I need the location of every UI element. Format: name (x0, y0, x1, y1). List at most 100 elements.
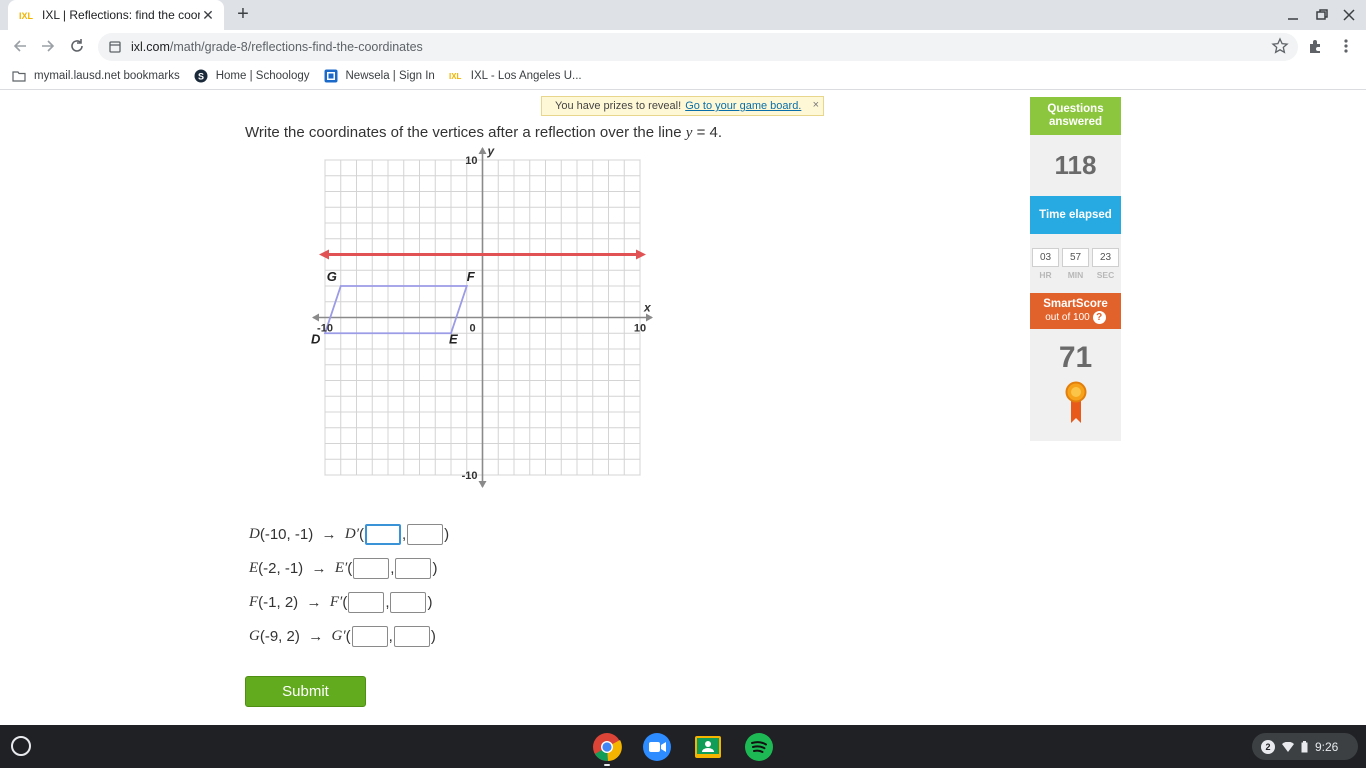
image-point-name: E′ (334, 559, 348, 576)
x-axis-label: x (643, 301, 652, 315)
smartscore-sub-text: out of 100 (1045, 312, 1090, 323)
question-prefix: Write the coordinates of the vertices af… (245, 124, 686, 141)
address-bar[interactable]: ixl.com/math/grade-8/reflections-find-th… (98, 33, 1298, 61)
answer-y-g-input[interactable] (393, 625, 430, 647)
vertex-label-e: E (449, 331, 458, 346)
questions-answered-header: Questions answered (1030, 97, 1121, 135)
equation-row-g: G (-9, 2) → G′ ( , ) (249, 625, 436, 647)
answer-y-d-input[interactable] (407, 523, 444, 545)
point-coords: (-1, 2) (258, 593, 299, 611)
image-point-name: F′ (329, 593, 343, 610)
comma: , (385, 593, 390, 611)
comma: , (388, 627, 393, 645)
answer-y-f-input[interactable] (390, 591, 427, 613)
paren-close: ) (427, 593, 433, 611)
prize-banner: You have prizes to reveal! Go to your ga… (541, 96, 824, 116)
url-text: ixl.com/math/grade-8/reflections-find-th… (131, 40, 423, 54)
coordinate-graph: x y -10 10 10 -10 0 D E F G (311, 144, 653, 488)
ixl-favicon-icon: IXL (18, 9, 34, 21)
timer-seconds-label: SEC (1096, 269, 1115, 280)
tab-close-icon[interactable]: ✕ (200, 7, 216, 23)
site-info-icon[interactable] (108, 40, 122, 54)
system-tray[interactable]: 2 9:26 (1252, 733, 1358, 760)
paren-open: ( (345, 627, 351, 645)
timer-minutes: 57 MIN (1062, 247, 1089, 280)
bookmark-label: Newsela | Sign In (345, 70, 435, 82)
bookmark-lausd[interactable]: mymail.lausd.net bookmarks (12, 69, 180, 83)
schoology-icon: S (194, 69, 208, 83)
bookmark-ixl[interactable]: IXL IXL - Los Angeles U... (449, 69, 582, 83)
point-coords: (-2, -1) (258, 559, 304, 577)
timer-hours-label: HR (1039, 269, 1052, 280)
launcher-icon[interactable] (11, 736, 31, 756)
y-axis-arrow-up (478, 147, 487, 154)
vertex-label-g: G (327, 269, 337, 284)
timer-minutes-label: MIN (1067, 269, 1084, 280)
time-elapsed-panel: 03 HR 57 MIN 23 SEC (1030, 234, 1121, 293)
tick-label-y-min: -10 (462, 470, 478, 482)
reload-icon[interactable] (68, 37, 86, 55)
bookmark-newsela[interactable]: Newsela | Sign In (324, 69, 435, 83)
timer-seconds-value: 23 (1092, 247, 1119, 267)
comma: , (390, 559, 395, 577)
paren-close: ) (430, 627, 436, 645)
paren-open: ( (342, 593, 348, 611)
answer-x-f-input[interactable] (348, 591, 385, 613)
questions-answered-panel: 118 (1030, 135, 1121, 196)
y-axis-label: y (487, 144, 496, 158)
close-window-icon[interactable] (1340, 6, 1358, 24)
answer-x-e-input[interactable] (353, 557, 390, 579)
timer-seconds: 23 SEC (1092, 247, 1119, 280)
minimize-icon[interactable] (1284, 6, 1302, 24)
tab-active[interactable]: IXL IXL | Reflections: find the coordina… (8, 0, 224, 30)
paren-open: ( (358, 525, 364, 543)
answer-x-g-input[interactable] (351, 625, 388, 647)
menu-dots-icon[interactable] (1337, 37, 1355, 55)
help-icon[interactable]: ? (1092, 311, 1106, 324)
answer-y-e-input[interactable] (395, 557, 432, 579)
smartscore-label: SmartScore (1043, 298, 1108, 310)
paren-close: ) (444, 525, 450, 543)
reflection-line-arrow-right (636, 249, 646, 260)
tick-label-x-max: 10 (634, 323, 646, 335)
prize-close-icon[interactable]: × (813, 99, 819, 111)
arrow-icon: → (298, 593, 330, 611)
clock-time: 9:26 (1315, 739, 1339, 754)
restore-icon[interactable] (1313, 6, 1331, 24)
game-board-link[interactable]: Go to your game board. (685, 100, 801, 112)
chrome-icon[interactable] (592, 732, 622, 762)
zoom-icon[interactable] (642, 732, 672, 762)
paren-open: ( (347, 559, 353, 577)
ixl-icon: IXL (449, 72, 462, 81)
tick-label-origin: 0 (469, 323, 475, 335)
point-coords: (-10, -1) (259, 525, 314, 543)
image-point-name: G′ (331, 627, 346, 644)
extensions-icon[interactable] (1307, 37, 1325, 55)
smartscore-header: SmartScore out of 100? (1030, 293, 1121, 329)
new-tab-icon[interactable]: + (233, 4, 253, 25)
classroom-icon[interactable] (693, 732, 723, 762)
bookmark-star-icon[interactable] (1271, 37, 1289, 55)
bookmarks-bar: mymail.lausd.net bookmarks S Home | Scho… (0, 63, 1366, 90)
arrow-icon: → (313, 525, 345, 543)
timer-hours: 03 HR (1032, 247, 1059, 280)
vertex-label-d: D (311, 331, 321, 346)
bookmark-label: mymail.lausd.net bookmarks (34, 70, 180, 82)
answer-x-d-input[interactable] (364, 523, 401, 545)
point-name: D (249, 525, 260, 542)
y-axis-arrow-down (478, 481, 487, 488)
forward-icon[interactable] (39, 37, 57, 55)
newsela-icon (324, 69, 337, 83)
point-name: E (249, 559, 259, 576)
paren-close: ) (432, 559, 438, 577)
point-name: G (249, 627, 260, 644)
submit-button[interactable]: Submit (245, 676, 366, 707)
question-suffix: = 4. (692, 124, 723, 141)
svg-text:IXL: IXL (19, 11, 34, 21)
tick-label-y-max: 10 (465, 155, 477, 167)
bookmark-schoology[interactable]: S Home | Schoology (194, 69, 310, 83)
smartscore-panel: 71 (1030, 329, 1121, 441)
folder-icon (12, 71, 26, 82)
spotify-icon[interactable] (744, 732, 774, 762)
back-icon[interactable] (11, 37, 29, 55)
